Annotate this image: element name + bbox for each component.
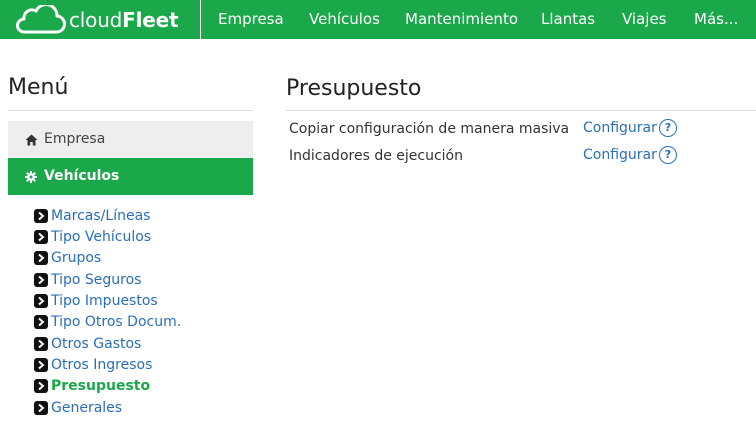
chevron-right-icon: [34, 230, 48, 244]
gear-icon: [25, 171, 37, 183]
sidebar-item-label: Grupos: [51, 250, 102, 266]
content-divider: [286, 110, 756, 111]
configurar-link[interactable]: Configurar: [583, 145, 657, 165]
sidebar-item-label: Tipo Impuestos: [51, 293, 158, 309]
sidebar-divider: [8, 110, 253, 111]
cloudfleet-logo[interactable]: cloudFleet: [16, 4, 200, 35]
sidebar-item-label: Tipo Vehículos: [51, 229, 152, 245]
help-icon[interactable]: ?: [659, 119, 677, 137]
chevron-right-icon: [34, 273, 48, 287]
chevron-right-icon: [34, 251, 48, 265]
home-icon: [25, 134, 38, 146]
page-title: Presupuesto: [286, 76, 422, 101]
sidebar-title: Menú: [8, 75, 69, 100]
nav-item-mantenimiento[interactable]: Mantenimiento: [405, 9, 518, 29]
nav-item-vehiculos[interactable]: Vehículos: [309, 9, 380, 29]
logo-text-light: cloud: [69, 8, 123, 32]
sidebar-section-empresa[interactable]: Empresa: [8, 121, 253, 158]
sidebar-item-label: Marcas/Líneas: [51, 208, 151, 224]
row-label-indicadores-ejecucion: Indicadores de ejecución: [289, 148, 463, 164]
nav-item-viajes[interactable]: Viajes: [622, 9, 667, 29]
cloud-logo-icon: [16, 5, 66, 34]
sidebar-item-label: Tipo Otros Docum.: [51, 314, 182, 330]
nav-item-mas[interactable]: Más...: [694, 9, 738, 29]
chevron-right-icon: [34, 315, 48, 329]
top-navbar: cloudFleet Empresa Vehículos Mantenimien…: [0, 0, 756, 39]
nav-item-empresa[interactable]: Empresa: [218, 9, 284, 29]
sidebar-section-vehiculos[interactable]: Vehículos: [8, 158, 253, 195]
sidebar-item-label: Otros Gastos: [51, 336, 142, 352]
nav-item-llantas[interactable]: Llantas: [541, 9, 595, 29]
sidebar-item-label: Otros Ingresos: [51, 357, 153, 373]
row-label-copiar-configuracion: Copiar configuración de manera masiva: [289, 121, 570, 137]
sidebar-item-label: Tipo Seguros: [51, 272, 142, 288]
sidebar-section-label: Empresa: [44, 131, 106, 147]
chevron-right-icon: [34, 401, 48, 415]
chevron-right-icon: [34, 358, 48, 372]
chevron-right-icon: [34, 294, 48, 308]
sidebar-section-label: Vehículos: [44, 168, 120, 184]
logo-text: cloudFleet: [69, 8, 179, 32]
chevron-right-icon: [34, 337, 48, 351]
chevron-right-icon: [34, 209, 48, 223]
sidebar-item-label: Presupuesto: [51, 378, 151, 394]
logo-text-bold: Fleet: [122, 8, 179, 32]
nav-divider: [200, 0, 201, 39]
help-icon[interactable]: ?: [659, 146, 677, 164]
chevron-right-icon: [34, 379, 48, 393]
configurar-link[interactable]: Configurar: [583, 118, 657, 138]
sidebar-item-label: Generales: [51, 400, 123, 416]
